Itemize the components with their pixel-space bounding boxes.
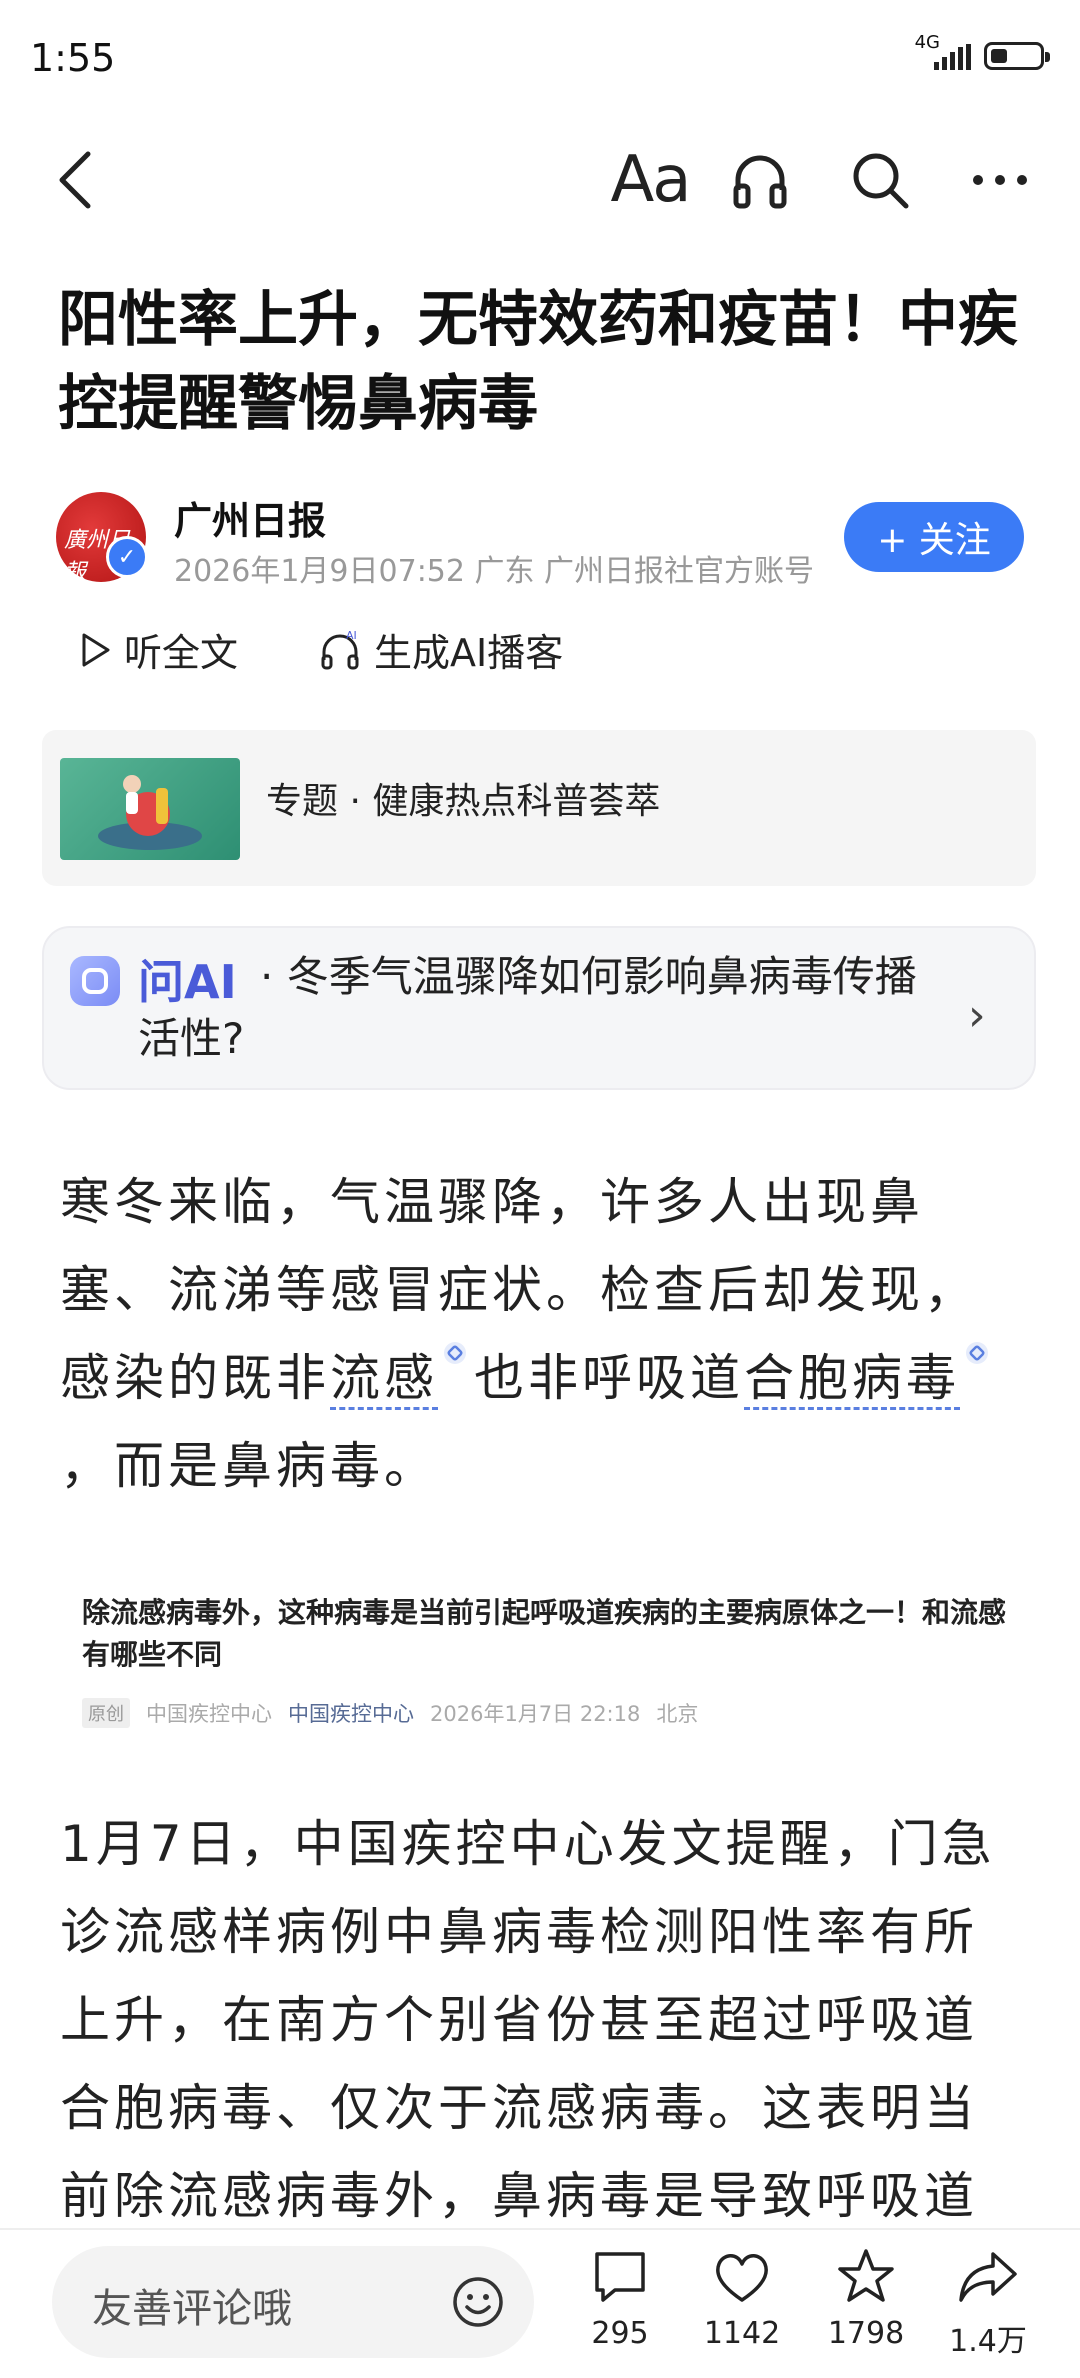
verified-icon: ✓ — [106, 536, 148, 578]
listen-label: 听全文 — [124, 631, 239, 675]
ask-ai-label: 问AI — [138, 955, 237, 1009]
more-button[interactable] — [960, 140, 1040, 220]
embedded-article-title: 除流感病毒外，这种病毒是当前引起呼吸道疾病的主要病原体之一！和流感有哪些不同 — [82, 1596, 1007, 1671]
favorite-button[interactable]: 1798 — [816, 2246, 916, 2351]
back-button[interactable] — [36, 140, 116, 220]
embedded-author: 中国疾控中心 — [146, 1702, 272, 1726]
embedded-article-meta: 原创 中国疾控中心 中国疾控中心 2026年1月7日 22:18 北京 — [82, 1698, 698, 1728]
body-paragraph-1: 寒冬来临，气温骤降，许多人出现鼻塞、流涕等感冒症状。检查后却发现，感染的既非流感… — [60, 1158, 1024, 1510]
article-meta: 2026年1月9日07:52 广东 广州日报社官方账号 — [174, 554, 815, 589]
font-size-button[interactable]: Aa — [600, 140, 700, 220]
search-icon — [853, 153, 909, 209]
podcast-label: 生成AI播客 — [374, 631, 564, 675]
share-button[interactable]: 1.4万 — [938, 2246, 1038, 2360]
ai-icon — [70, 956, 120, 1006]
embedded-account-link: 中国疾控中心 — [288, 1702, 414, 1726]
more-dots-icon — [973, 175, 1027, 185]
source-avatar[interactable]: 廣州日報 ✓ — [56, 492, 148, 585]
comment-button[interactable]: 295 — [570, 2246, 670, 2351]
heart-icon — [716, 2254, 768, 2302]
share-count: 1.4万 — [949, 2324, 1027, 2359]
term-link-flu[interactable]: 流感 — [330, 1349, 438, 1410]
embedded-date: 2026年1月7日 22:18 — [430, 1702, 641, 1726]
ai-headphones-icon: AI — [321, 630, 359, 669]
follow-button[interactable]: + 关注 — [844, 502, 1024, 572]
status-time: 1:55 — [30, 36, 116, 80]
body-text: ，而是鼻病毒。 — [60, 1437, 438, 1495]
share-arrow-icon — [959, 2252, 1017, 2302]
like-count: 1142 — [703, 2316, 781, 2351]
embedded-location: 北京 — [656, 1702, 699, 1726]
source-name[interactable]: 广州日报 — [174, 490, 326, 545]
term-link-rsv[interactable]: 合胞病毒 — [744, 1349, 960, 1410]
article-title: 阳性率上升，无特效药和疫苗！中疾控提醒警惕鼻病毒 — [58, 285, 1018, 439]
term-info-icon[interactable] — [964, 1340, 990, 1366]
body-text: 也非呼吸道 — [474, 1349, 744, 1407]
back-arrow-icon — [59, 151, 91, 209]
star-icon — [838, 2249, 894, 2302]
headphones-icon — [733, 155, 787, 209]
listen-button[interactable] — [720, 140, 800, 220]
svg-text:AI: AI — [346, 630, 357, 642]
comment-icon — [595, 2252, 645, 2302]
chevron-right-icon: › — [968, 990, 986, 1041]
search-button[interactable] — [840, 140, 920, 220]
ai-podcast-button[interactable]: AI 生成AI播客 — [320, 622, 563, 677]
play-icon — [82, 633, 110, 666]
comment-count: 295 — [591, 2316, 649, 2351]
listen-full-button[interactable]: 听全文 — [80, 622, 238, 677]
topic-label: 专题 · 健康热点科普荟萃 — [266, 781, 661, 822]
original-tag: 原创 — [82, 1698, 130, 1728]
like-button[interactable]: 1142 — [692, 2246, 792, 2351]
comment-placeholder: 友善评论哦 — [92, 2286, 292, 2332]
battery-icon — [984, 42, 1050, 70]
signal-icon — [934, 44, 971, 70]
emoji-icon[interactable] — [452, 2276, 504, 2328]
ask-ai-question: · 冬季气温骤降如何影响鼻病毒传播活性? — [138, 952, 917, 1063]
topic-thumbnail — [60, 758, 240, 860]
favorite-count: 1798 — [827, 2316, 905, 2351]
term-info-icon[interactable] — [442, 1340, 468, 1366]
